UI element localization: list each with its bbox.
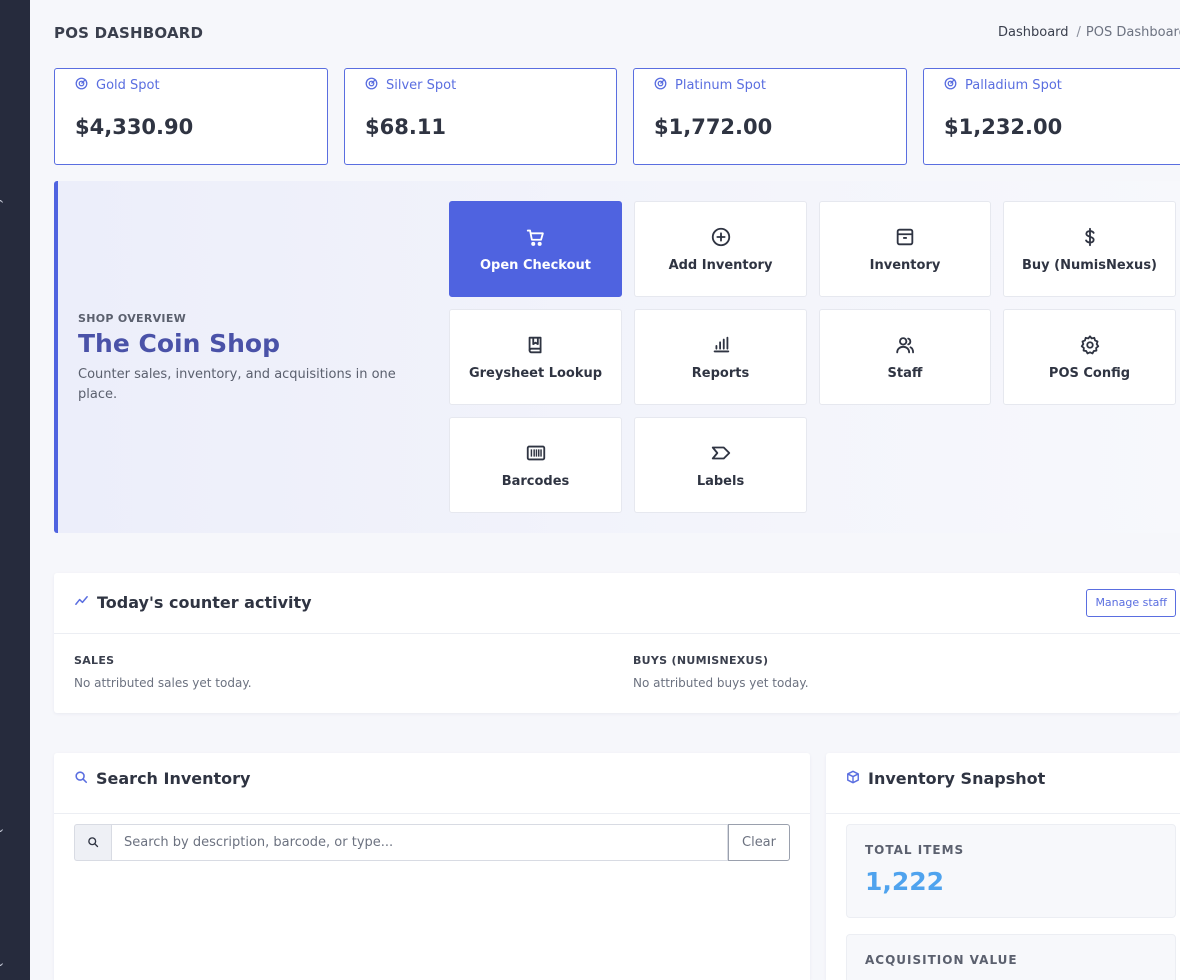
gauge-icon	[75, 77, 88, 94]
add-inventory-label: Add Inventory	[668, 258, 773, 273]
sales-empty-text: No attributed sales yet today.	[74, 676, 252, 690]
reports-button[interactable]: Reports	[634, 309, 807, 405]
inventory-snapshot-title: Inventory Snapshot	[868, 769, 1046, 788]
dollar-icon	[1079, 226, 1101, 248]
platinum-spot-label: Platinum Spot	[675, 78, 766, 93]
overview-kicker: SHOP OVERVIEW	[78, 312, 187, 325]
cart-icon	[525, 226, 547, 248]
bar-chart-icon	[710, 334, 732, 356]
inventory-button[interactable]: Inventory	[819, 201, 991, 297]
silver-spot-card: Silver Spot $68.11	[344, 68, 617, 165]
barcodes-button[interactable]: Barcodes	[449, 417, 622, 513]
main-content: POS DASHBOARD Dashboard / POS Dashboard Go…	[30, 0, 1180, 980]
shop-overview-panel: SHOP OVERVIEW The Coin Shop Counter sale…	[54, 181, 1180, 533]
users-icon	[894, 334, 916, 356]
sidebar: ⌃ ⌄ ⌄	[0, 0, 30, 980]
tag-icon	[710, 442, 732, 464]
inventory-label: Inventory	[869, 258, 941, 273]
silver-spot-value: $68.11	[365, 115, 447, 139]
labels-button[interactable]: Labels	[634, 417, 807, 513]
pos-config-label: POS Config	[1048, 366, 1131, 381]
labels-label: Labels	[696, 474, 745, 489]
counter-activity-header: Today's counter activity Manage staff	[54, 573, 1180, 634]
total-items-label: TOTAL ITEMS	[865, 843, 965, 857]
archive-icon	[894, 226, 916, 248]
reports-label: Reports	[691, 366, 750, 381]
buys-label: BUYS (NUMISNEXUS)	[633, 654, 769, 667]
gold-spot-label: Gold Spot	[96, 78, 160, 93]
manage-staff-button[interactable]: Manage staff	[1086, 589, 1176, 617]
breadcrumb: Dashboard / POS Dashboard	[998, 25, 1180, 40]
gold-spot-value: $4,330.90	[75, 115, 194, 139]
chevron-down-icon[interactable]: ⌄	[0, 822, 5, 835]
buy-numisnexus-label: Buy (NumisNexus)	[1022, 258, 1157, 273]
barcode-icon	[525, 442, 547, 464]
chevron-icon[interactable]: ⌃	[0, 198, 5, 211]
search-icon	[74, 769, 88, 788]
breadcrumb-current: POS Dashboard	[1085, 25, 1180, 40]
acquisition-value-label: ACQUISITION VALUE	[865, 953, 1018, 967]
counter-activity-card: Today's counter activity Manage staff SA…	[54, 573, 1180, 713]
staff-label: Staff	[887, 366, 923, 381]
palladium-spot-label: Palladium Spot	[965, 78, 1062, 93]
total-items-stat: TOTAL ITEMS 1,222	[846, 824, 1176, 918]
search-input[interactable]	[111, 824, 728, 861]
staff-button[interactable]: Staff	[819, 309, 991, 405]
total-items-value: 1,222	[865, 867, 945, 896]
search-group: Clear	[74, 824, 790, 861]
barcodes-label: Barcodes	[501, 474, 570, 489]
search-icon	[87, 833, 99, 852]
box-icon	[846, 769, 860, 788]
pos-config-button[interactable]: POS Config	[1003, 309, 1176, 405]
palladium-spot-card: Palladium Spot $1,232.00	[923, 68, 1180, 165]
search-inventory-title: Search Inventory	[96, 769, 251, 788]
activity-icon	[74, 593, 89, 612]
gauge-icon	[654, 77, 667, 94]
inventory-snapshot-header: Inventory Snapshot	[826, 753, 1180, 814]
palladium-spot-value: $1,232.00	[944, 115, 1063, 139]
inventory-snapshot-card: Inventory Snapshot TOTAL ITEMS 1,222 ACQ…	[826, 753, 1180, 980]
open-checkout-label: Open Checkout	[480, 258, 591, 273]
open-checkout-button[interactable]: Open Checkout	[449, 201, 622, 297]
breadcrumb-dashboard-link[interactable]: Dashboard	[998, 25, 1069, 40]
chevron-down-icon[interactable]: ⌄	[0, 956, 5, 969]
page-title: POS DASHBOARD	[54, 24, 204, 42]
greysheet-lookup-label: Greysheet Lookup	[468, 366, 603, 381]
platinum-spot-value: $1,772.00	[654, 115, 773, 139]
silver-spot-label: Silver Spot	[386, 78, 457, 93]
plus-circle-icon	[710, 226, 732, 248]
search-inventory-card: Search Inventory Clear	[54, 753, 810, 980]
clear-button[interactable]: Clear	[728, 824, 790, 861]
search-addon	[74, 824, 111, 861]
sales-label: SALES	[74, 654, 115, 667]
shop-name: The Coin Shop	[78, 329, 280, 358]
search-inventory-header: Search Inventory	[54, 753, 810, 814]
buy-numisnexus-button[interactable]: Buy (NumisNexus)	[1003, 201, 1176, 297]
gauge-icon	[365, 77, 378, 94]
buys-empty-text: No attributed buys yet today.	[633, 676, 809, 690]
counter-activity-title: Today's counter activity	[97, 593, 312, 612]
greysheet-lookup-button[interactable]: Greysheet Lookup	[449, 309, 622, 405]
gold-spot-card: Gold Spot $4,330.90	[54, 68, 328, 165]
overview-subtitle: Counter sales, inventory, and acquisitio…	[78, 367, 396, 402]
book-icon	[525, 334, 547, 356]
platinum-spot-card: Platinum Spot $1,772.00	[633, 68, 907, 165]
acquisition-value-stat: ACQUISITION VALUE	[846, 934, 1176, 980]
gear-icon	[1079, 334, 1101, 356]
add-inventory-button[interactable]: Add Inventory	[634, 201, 807, 297]
gauge-icon	[944, 77, 957, 94]
